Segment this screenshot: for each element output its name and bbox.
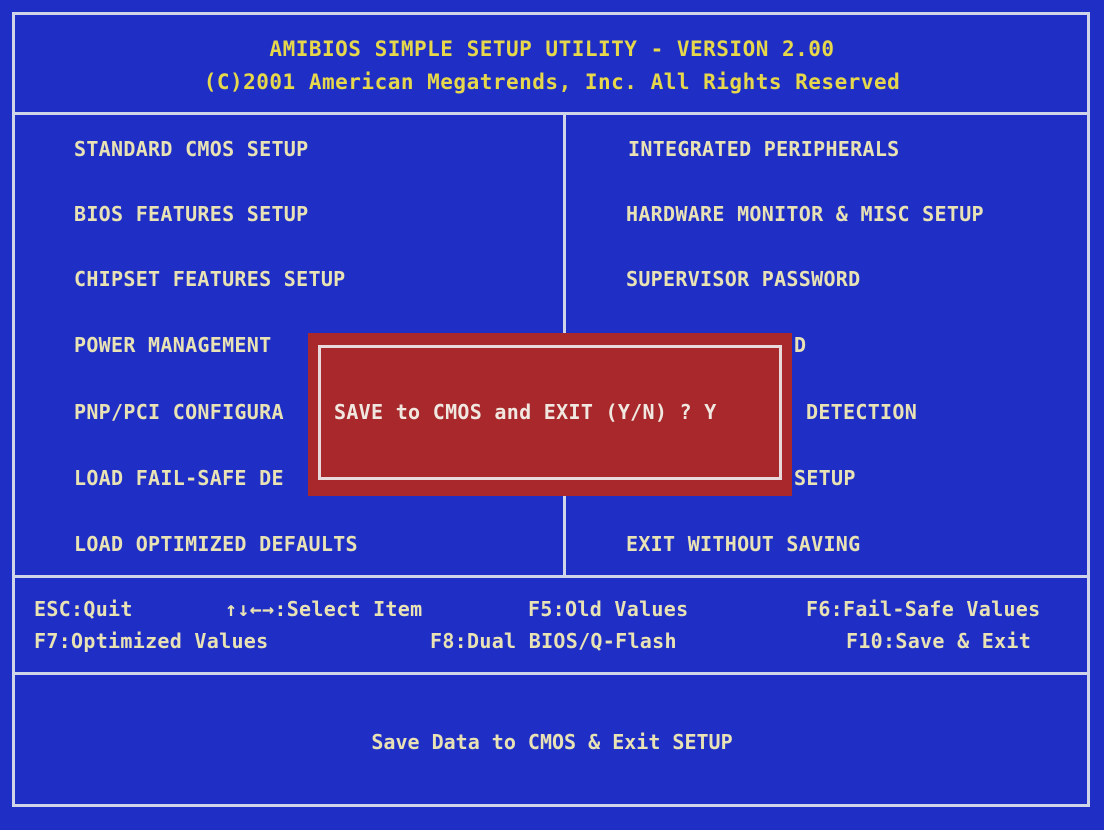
bios-screen: AMIBIOS SIMPLE SETUP UTILITY - VERSION 2…: [0, 0, 1104, 830]
menu-item-bios-features[interactable]: BIOS FEATURES SETUP: [74, 202, 308, 226]
menu-item-setup-partial[interactable]: SETUP: [794, 466, 856, 490]
menu-item-integrated-peripherals[interactable]: INTEGRATED PERIPHERALS: [628, 137, 900, 161]
key-f6-fail-safe: F6:Fail-Safe Values: [806, 597, 1041, 621]
menu-item-standard-cmos[interactable]: STANDARD CMOS SETUP: [74, 137, 308, 161]
menu-item-supervisor-password[interactable]: SUPERVISOR PASSWORD: [626, 267, 860, 291]
key-f5-old-values: F5:Old Values: [528, 597, 689, 621]
utility-title: AMIBIOS SIMPLE SETUP UTILITY - VERSION 2…: [269, 37, 835, 61]
header-divider: [12, 112, 1090, 115]
menu-item-power-management[interactable]: POWER MANAGEMENT: [74, 333, 271, 357]
key-esc-quit: ESC:Quit: [34, 597, 133, 621]
key-select-item: ↑↓←→:Select Item: [225, 597, 423, 621]
menu-item-detection-partial[interactable]: DETECTION: [806, 400, 917, 424]
menu-item-hardware-monitor[interactable]: HARDWARE MONITOR & MISC SETUP: [626, 202, 984, 226]
dialog-prompt[interactable]: SAVE to CMOS and EXIT (Y/N) ? Y: [334, 400, 717, 424]
menu-item-pnp-pci[interactable]: PNP/PCI CONFIGURA: [74, 400, 284, 424]
menu-item-exit-without-saving[interactable]: EXIT WITHOUT SAVING: [626, 532, 860, 556]
menu-divider: [12, 575, 1090, 578]
menu-item-load-optimized[interactable]: LOAD OPTIMIZED DEFAULTS: [74, 532, 358, 556]
status-hint: Save Data to CMOS & Exit SETUP: [371, 730, 733, 754]
menu-item-load-fail-safe[interactable]: LOAD FAIL-SAFE DE: [74, 466, 284, 490]
keys-divider: [12, 672, 1090, 675]
key-f10-save-exit: F10:Save & Exit: [846, 629, 1032, 653]
menu-item-user-password-partial[interactable]: D: [794, 333, 806, 357]
copyright-line: (C)2001 American Megatrends, Inc. All Ri…: [203, 70, 901, 94]
menu-item-chipset-features[interactable]: CHIPSET FEATURES SETUP: [74, 267, 346, 291]
key-f7-optimized: F7:Optimized Values: [34, 629, 269, 653]
save-exit-dialog[interactable]: SAVE to CMOS and EXIT (Y/N) ? Y: [308, 333, 792, 496]
key-f8-dual-bios: F8:Dual BIOS/Q-Flash: [430, 629, 677, 653]
